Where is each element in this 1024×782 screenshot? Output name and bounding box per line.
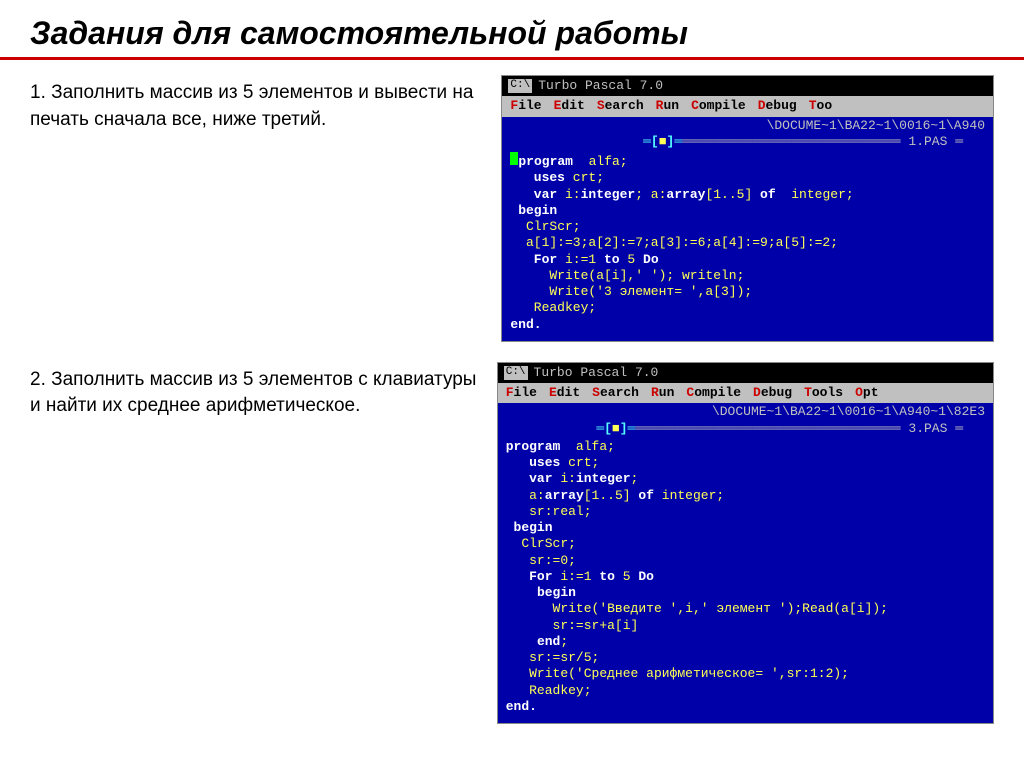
menu-bar-1[interactable]: File Edit Search Run Compile Debug Too — [502, 96, 993, 116]
menu-debug[interactable]: Debug — [753, 385, 792, 401]
turbo-pascal-window-2: C:\ Turbo Pascal 7.0 File Edit Search Ru… — [497, 362, 994, 724]
menu-edit[interactable]: Edit — [549, 385, 580, 401]
app-icon: C:\ — [504, 366, 528, 380]
slide-title: Задания для самостоятельной работы — [30, 15, 994, 52]
titlebar-2: C:\ Turbo Pascal 7.0 — [498, 363, 993, 383]
menu-tools-cut[interactable]: Too — [809, 98, 832, 114]
menu-file[interactable]: File — [506, 385, 537, 401]
menu-search[interactable]: Search — [592, 385, 639, 401]
path-1: \DOCUME~1\BA22~1\0016~1\A940 — [502, 117, 993, 134]
turbo-pascal-window-1: C:\ Turbo Pascal 7.0 File Edit Search Ru… — [501, 75, 994, 342]
row-2: 2. Заполнить массив из 5 элементов с кла… — [30, 362, 994, 724]
code-1: program alfa; uses crt; var i:integer; a… — [502, 150, 993, 341]
menu-compile[interactable]: Compile — [686, 385, 741, 401]
task-2-text: 2. Заполнить массив из 5 элементов с кла… — [30, 362, 477, 724]
window-title: Turbo Pascal 7.0 — [538, 78, 663, 94]
menu-run[interactable]: Run — [651, 385, 674, 401]
code-2: program alfa; uses crt; var i:integer; a… — [498, 437, 993, 723]
menu-edit[interactable]: Edit — [554, 98, 585, 114]
file-tab-2: ═[■]═══════════════════════════════════ … — [498, 421, 993, 437]
row-1: 1. Заполнить массив из 5 элементов и выв… — [30, 75, 994, 342]
menu-bar-2[interactable]: File Edit Search Run Compile Debug Tools… — [498, 383, 993, 403]
titlebar-1: C:\ Turbo Pascal 7.0 — [502, 76, 993, 96]
menu-options[interactable]: Opt — [855, 385, 878, 401]
path-2: \DOCUME~1\BA22~1\0016~1\A940~1\82E3 — [498, 403, 993, 420]
menu-tools[interactable]: Tools — [804, 385, 843, 401]
menu-compile[interactable]: Compile — [691, 98, 746, 114]
menu-file[interactable]: File — [510, 98, 541, 114]
file-tab-1: ═[■]═════════════════════════════ 1.PAS … — [502, 134, 993, 150]
menu-debug[interactable]: Debug — [758, 98, 797, 114]
menu-search[interactable]: Search — [597, 98, 644, 114]
menu-run[interactable]: Run — [656, 98, 679, 114]
window-title: Turbo Pascal 7.0 — [534, 365, 659, 381]
app-icon: C:\ — [508, 79, 532, 93]
task-1-text: 1. Заполнить массив из 5 элементов и выв… — [30, 75, 481, 342]
title-underline — [0, 57, 1024, 60]
